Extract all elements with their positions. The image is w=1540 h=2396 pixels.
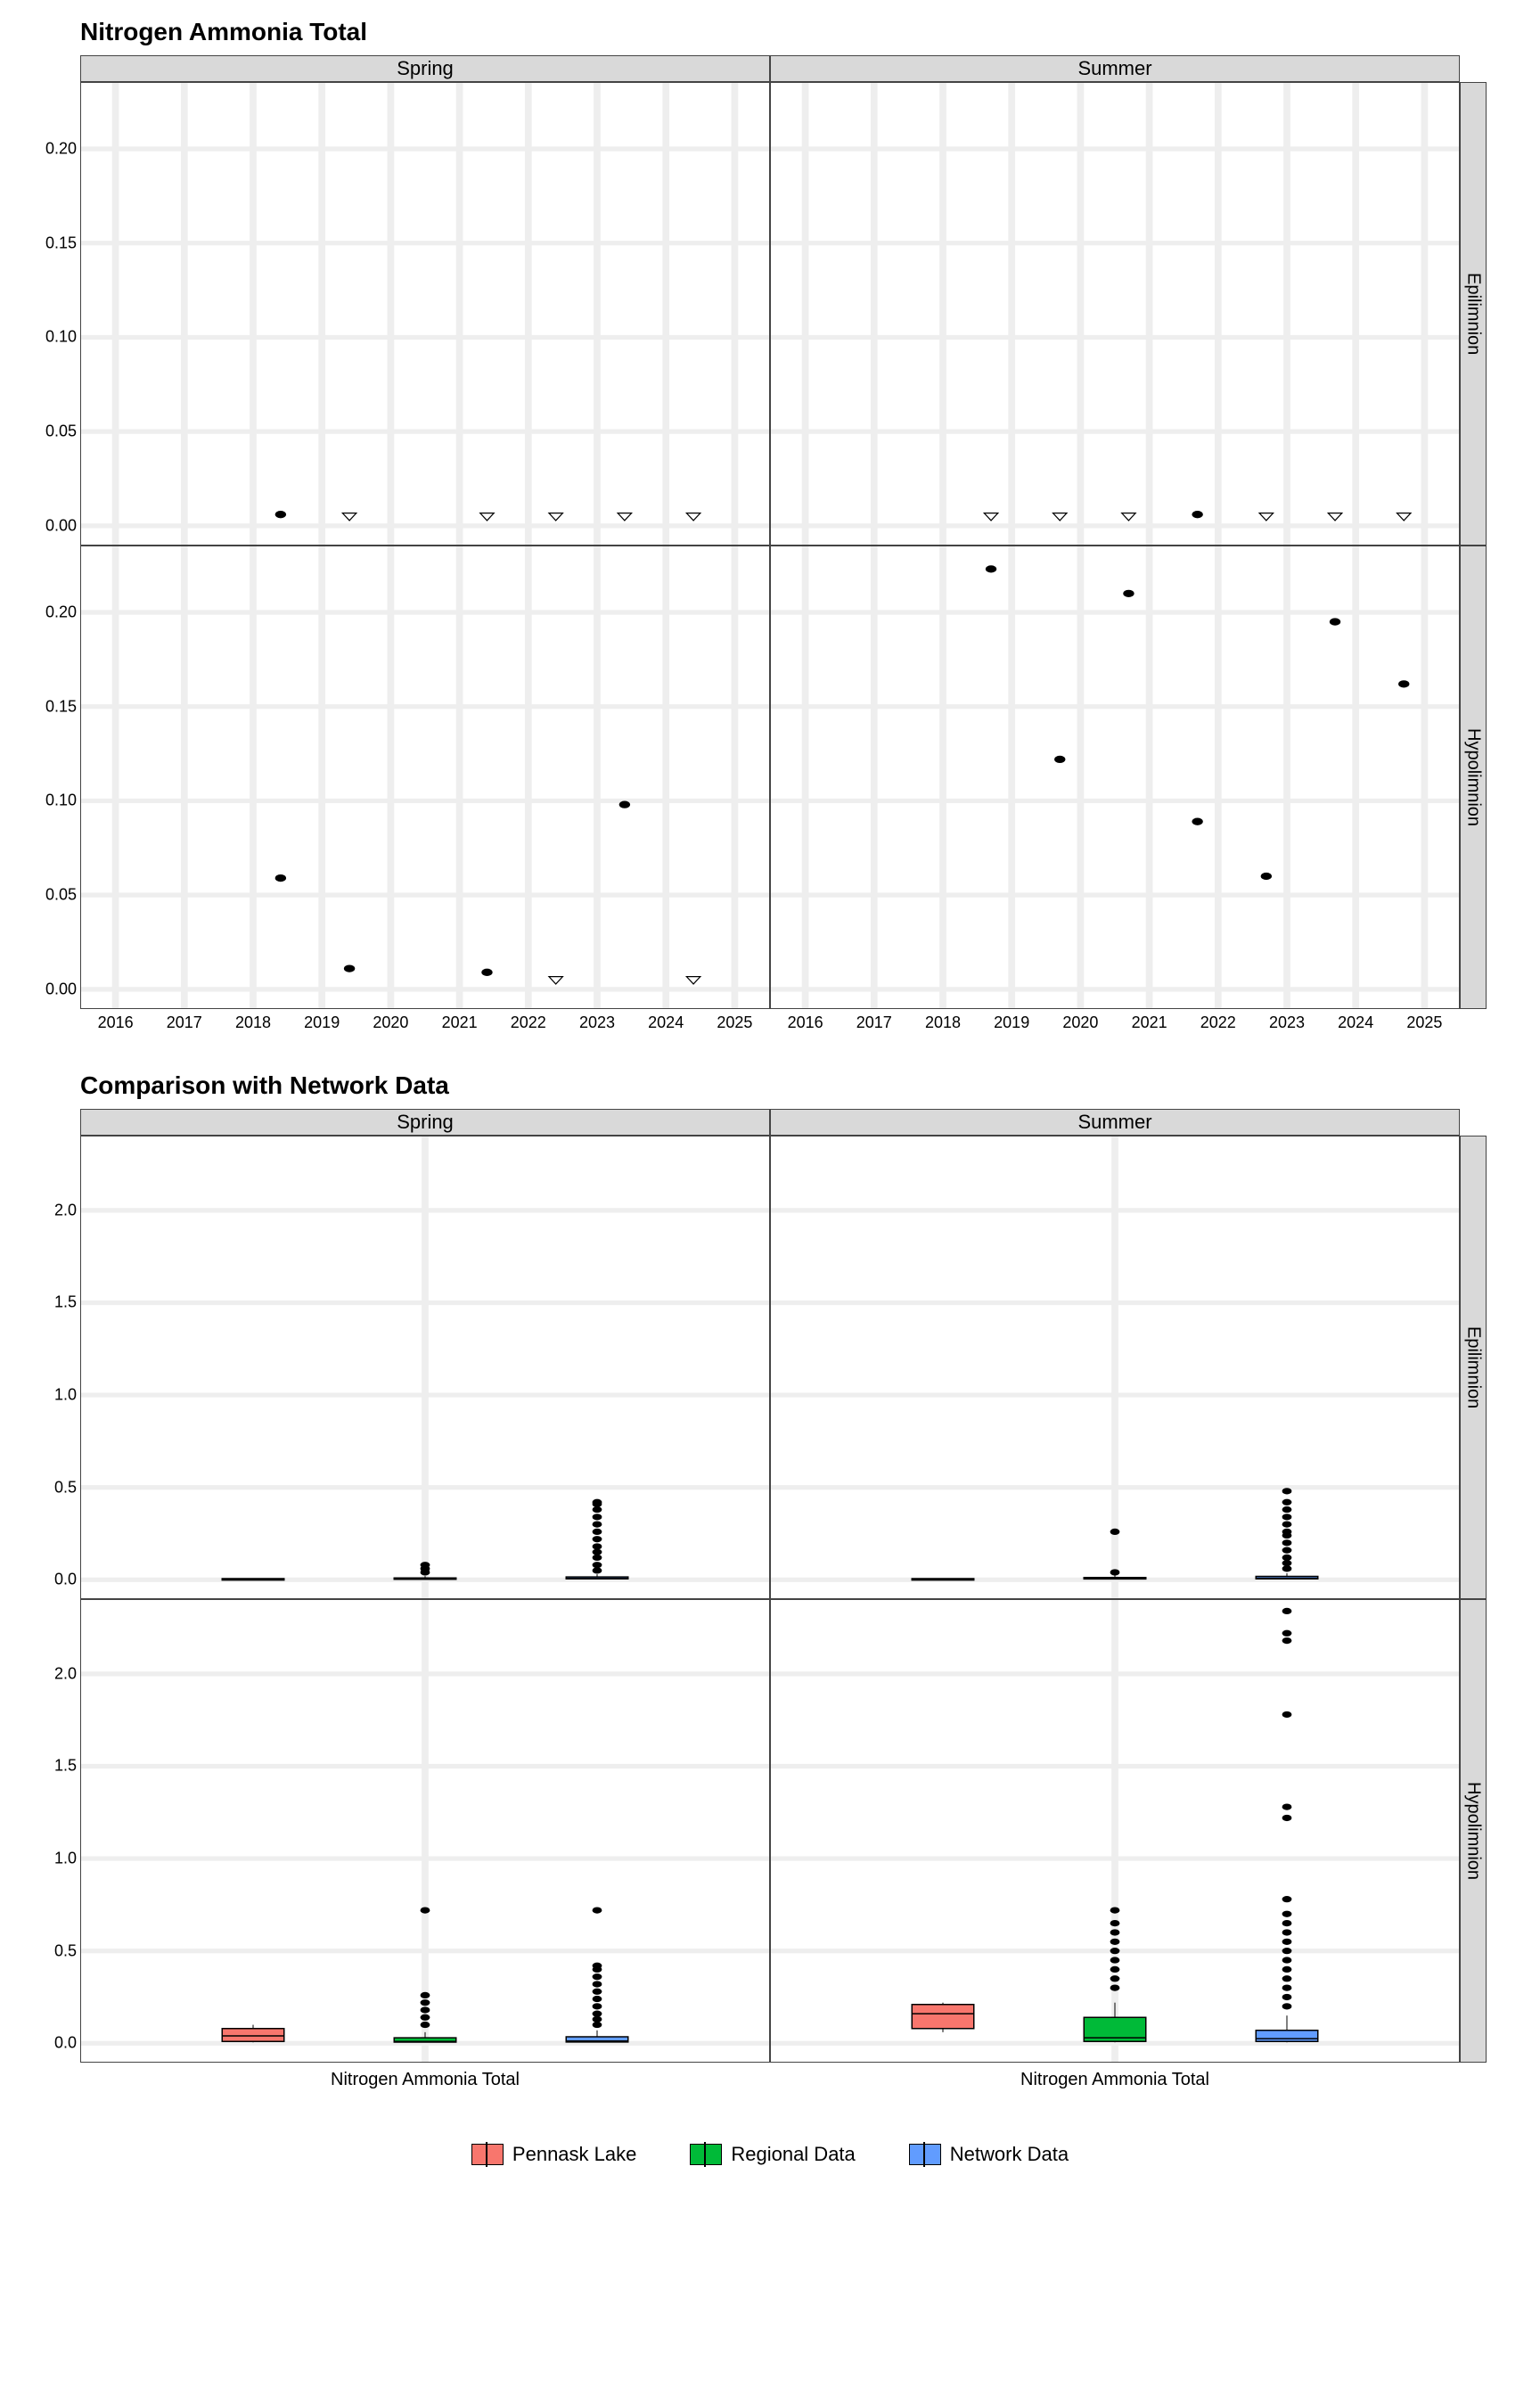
bpanel-summer-hypo: Nitrogen Ammonia Total bbox=[770, 1599, 1460, 2063]
col-strip-summer2: Summer bbox=[770, 1109, 1460, 1136]
bpanel-spring-hypo: 0.00.51.01.52.0 Nitrogen Ammonia Total bbox=[80, 1599, 770, 2063]
col-strip-summer: Summer bbox=[770, 55, 1460, 82]
legend-label-pennask: Pennask Lake bbox=[512, 2143, 636, 2166]
bottom-grid: Results (mg/L) Spring Summer 0.00.51.01.… bbox=[80, 1109, 1487, 2089]
legend: Pennask Lake Regional Data Network Data bbox=[18, 2143, 1522, 2166]
legend-label-network: Network Data bbox=[950, 2143, 1069, 2166]
bottom-chart: Comparison with Network Data Results (mg… bbox=[18, 1071, 1522, 2089]
legend-pennask: Pennask Lake bbox=[471, 2143, 636, 2166]
bpanel-summer-epi bbox=[770, 1136, 1460, 1599]
panel-spring-hypo: 0.000.050.100.150.20 2016201720182019202… bbox=[80, 546, 770, 1009]
row-strip-hypo: Hypolimnion bbox=[1460, 546, 1487, 1009]
swatch-regional bbox=[690, 2144, 722, 2165]
top-chart: Nitrogen Ammonia Total Result (mg/L) Spr… bbox=[18, 18, 1522, 1036]
xcat-spring: Nitrogen Ammonia Total bbox=[81, 2070, 769, 2090]
row-strip-epi: Epilimnion bbox=[1460, 82, 1487, 546]
panel-summer-hypo: 2016201720182019202020212022202320242025 bbox=[770, 546, 1460, 1009]
bottom-title: Comparison with Network Data bbox=[80, 1071, 1522, 1100]
swatch-pennask bbox=[471, 2144, 504, 2165]
row-strip-epi2: Epilimnion bbox=[1460, 1136, 1487, 1599]
legend-network: Network Data bbox=[909, 2143, 1069, 2166]
col-strip-spring2: Spring bbox=[80, 1109, 770, 1136]
col-strip-spring: Spring bbox=[80, 55, 770, 82]
swatch-network bbox=[909, 2144, 941, 2165]
xcat-summer: Nitrogen Ammonia Total bbox=[771, 2070, 1459, 2090]
bpanel-spring-epi: 0.00.51.01.52.0 bbox=[80, 1136, 770, 1599]
panel-summer-epi bbox=[770, 82, 1460, 546]
panel-spring-epi: 0.000.050.100.150.20 bbox=[80, 82, 770, 546]
row-strip-hypo2: Hypolimnion bbox=[1460, 1599, 1487, 2063]
top-grid: Result (mg/L) Spring Summer 0.000.050.10… bbox=[80, 55, 1487, 1036]
legend-regional: Regional Data bbox=[690, 2143, 855, 2166]
top-title: Nitrogen Ammonia Total bbox=[80, 18, 1522, 46]
legend-label-regional: Regional Data bbox=[731, 2143, 855, 2166]
